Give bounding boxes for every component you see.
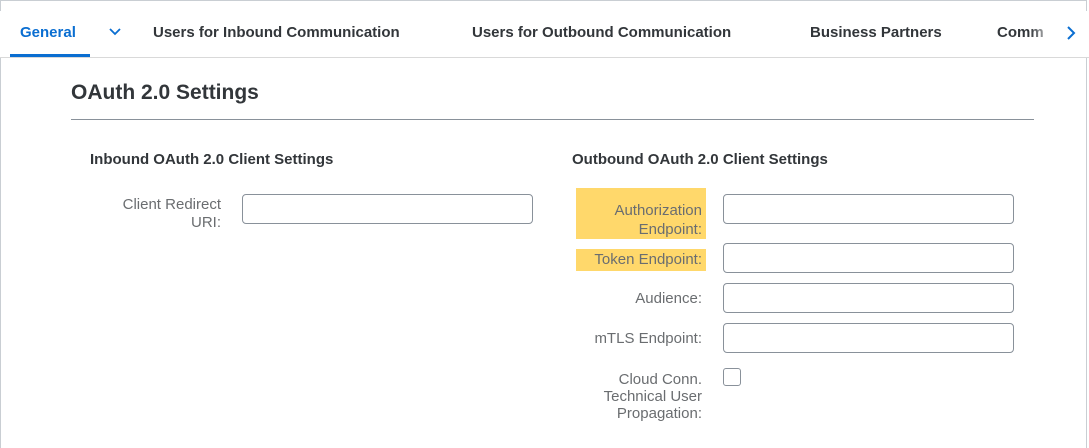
cloud-conn-label: Cloud Conn. Technical User Propagation: [576, 371, 702, 422]
tab-inbound-users[interactable]: Users for Inbound Communication [153, 11, 400, 55]
client-redirect-uri-label-line2: URI: [191, 214, 221, 231]
outbound-group-title: Outbound OAuth 2.0 Client Settings [572, 151, 828, 168]
mtls-endpoint-input[interactable] [723, 323, 1014, 353]
token-endpoint-input[interactable] [723, 243, 1014, 273]
cloud-conn-label-line2: Technical User [603, 388, 702, 405]
mtls-endpoint-label: mTLS Endpoint: [594, 330, 702, 347]
tab-outbound-users[interactable]: Users for Outbound Communication [472, 11, 731, 55]
cloud-conn-propagation-checkbox[interactable] [723, 368, 741, 386]
section-title: OAuth 2.0 Settings [71, 81, 259, 104]
tab-outbound-users-label: Users for Outbound Communication [472, 24, 732, 41]
authorization-endpoint-label-line1: Authorization [614, 202, 702, 219]
tab-inbound-users-label: Users for Inbound Communication [153, 24, 400, 41]
token-endpoint-label: Token Endpoint: [576, 249, 706, 271]
tab-bar: General Users for Inbound Communication … [0, 11, 1089, 58]
inbound-group-title: Inbound OAuth 2.0 Client Settings [90, 151, 334, 168]
cloud-conn-label-line3: Propagation: [616, 405, 702, 422]
chevron-right-icon [1067, 26, 1076, 40]
audience-label: Audience: [635, 290, 702, 307]
client-redirect-uri-input[interactable] [242, 194, 533, 224]
authorization-endpoint-label: Authorization Endpoint: [576, 188, 706, 239]
authorization-endpoint-label-line2: Endpoint: [638, 221, 702, 238]
tab-business-partners[interactable]: Business Partners [810, 11, 942, 55]
cloud-conn-label-line1: Cloud Conn. [618, 371, 702, 388]
audience-input[interactable] [723, 283, 1014, 313]
tab-general[interactable]: General [10, 11, 90, 57]
tab-general-label: General [20, 24, 76, 41]
tab-fade [1030, 11, 1056, 55]
authorization-endpoint-input[interactable] [723, 194, 1014, 224]
section-divider [71, 119, 1034, 120]
client-redirect-uri-label-line1: Client Redirect [122, 196, 221, 213]
tab-business-partners-label: Business Partners [810, 24, 942, 41]
token-endpoint-label-text: Token Endpoint: [594, 251, 702, 268]
client-redirect-uri-label: Client Redirect URI: [100, 196, 221, 232]
scroll-right-button[interactable] [1056, 11, 1086, 55]
chevron-down-icon[interactable] [108, 24, 122, 40]
